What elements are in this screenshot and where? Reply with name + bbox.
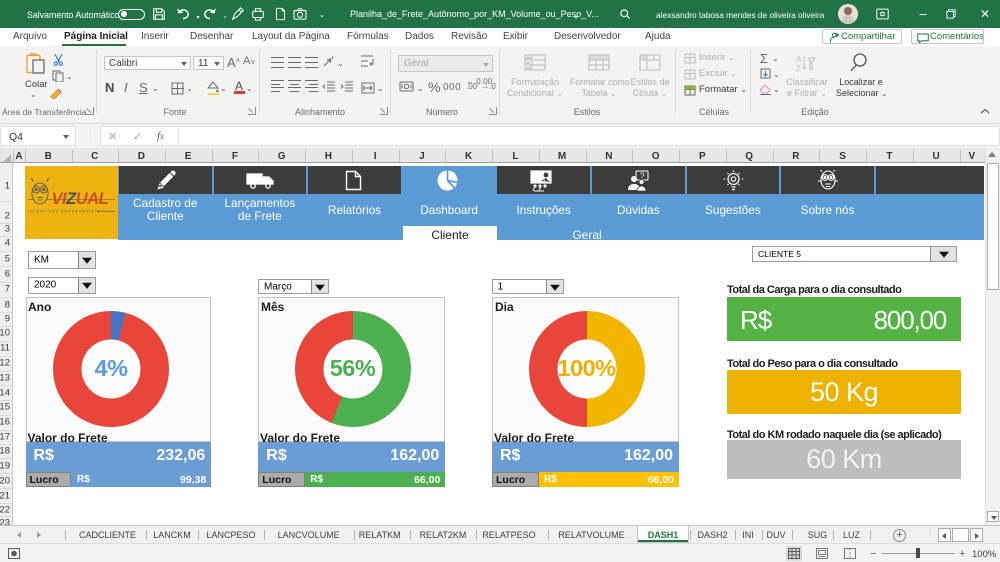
- svg-text:Z: Z: [796, 64, 801, 73]
- svg-text:VIZUAL: VIZUAL: [52, 190, 109, 208]
- svg-text:PLANILHAS EMPRESARIAIS: PLANILHAS EMPRESARIAIS: [30, 210, 100, 214]
- svg-text:A: A: [796, 55, 802, 64]
- svg-text:?: ?: [640, 172, 645, 181]
